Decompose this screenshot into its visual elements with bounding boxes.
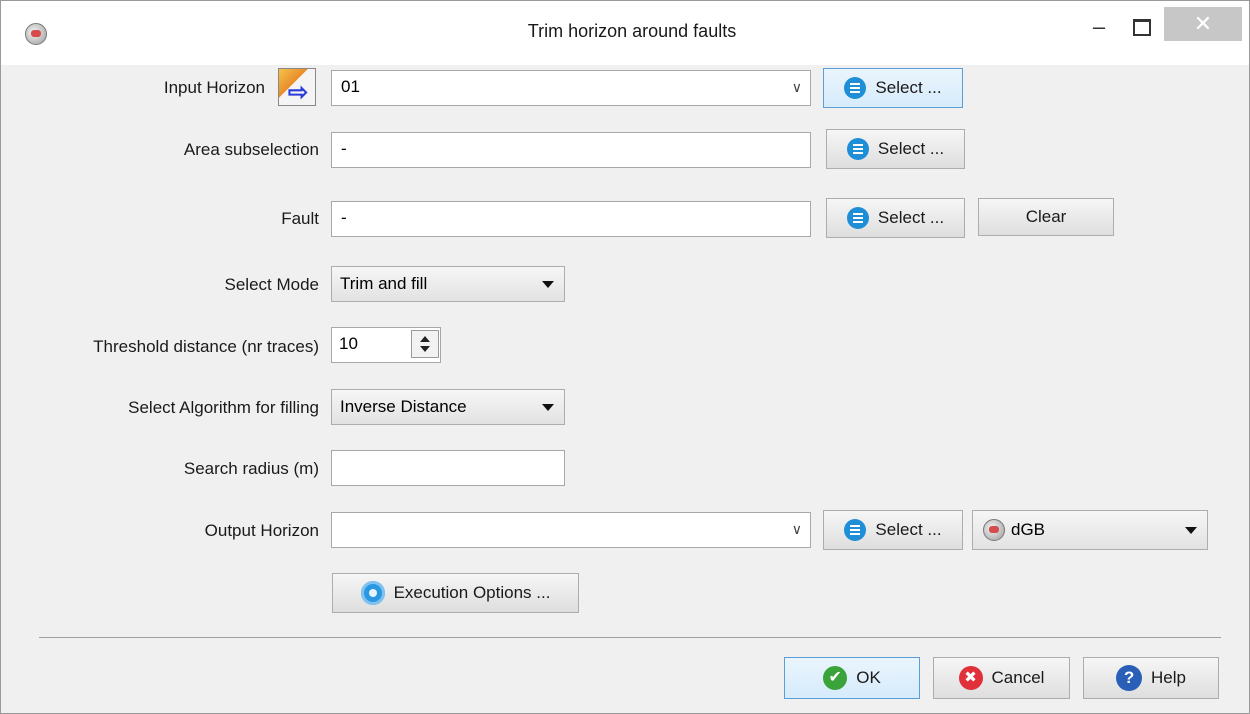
help-label: Help xyxy=(1151,668,1186,687)
select-button-label: Select ... xyxy=(877,208,945,227)
dialog-window: Trim horizon around faults – ✕ Input Hor… xyxy=(0,0,1250,714)
horizon-input-icon[interactable]: ⇨ xyxy=(278,68,316,106)
caret-down-icon xyxy=(1185,527,1197,534)
area-subselection-label: Area subselection xyxy=(183,140,319,159)
caret-down-icon xyxy=(542,404,554,411)
help-icon: ? xyxy=(1116,665,1143,691)
fault-select-button[interactable]: Select ... xyxy=(826,198,965,238)
gear-icon xyxy=(360,581,385,605)
maximize-button[interactable] xyxy=(1121,15,1161,47)
input-horizon-select-button[interactable]: Select ... xyxy=(823,68,963,108)
list-icon xyxy=(846,207,869,229)
minimize-button[interactable]: – xyxy=(1077,15,1121,47)
search-radius-label: Search radius (m) xyxy=(183,459,319,478)
output-horizon-select-button[interactable]: Select ... xyxy=(823,510,963,550)
fault-clear-button[interactable]: Clear xyxy=(978,198,1114,236)
output-format-value: dGB xyxy=(1011,520,1046,539)
title-bar[interactable]: Trim horizon around faults – ✕ xyxy=(1,1,1249,65)
select-button-label: Select ... xyxy=(875,520,942,539)
window-title: Trim horizon around faults xyxy=(527,21,737,41)
spin-buttons[interactable] xyxy=(411,330,439,358)
caret-down-icon xyxy=(542,281,554,288)
input-horizon-combo[interactable]: 01 ∨ xyxy=(331,70,811,106)
output-format-dropdown[interactable]: dGB xyxy=(972,510,1208,550)
dgb-icon xyxy=(983,519,1005,541)
select-button-label: Select ... xyxy=(877,139,945,158)
check-icon: ✔ xyxy=(823,666,848,690)
select-mode-value: Trim and fill xyxy=(340,274,428,293)
output-horizon-label: Output Horizon xyxy=(204,521,319,540)
input-horizon-value: 01 xyxy=(341,77,360,96)
algorithm-value: Inverse Distance xyxy=(340,397,467,416)
area-subselection-field[interactable]: - xyxy=(331,132,811,168)
chevron-down-icon[interactable]: ∨ xyxy=(792,513,802,545)
cancel-icon: ✖ xyxy=(958,666,983,690)
algorithm-label: Select Algorithm for filling xyxy=(128,398,319,417)
list-icon xyxy=(846,138,869,160)
area-subselection-select-button[interactable]: Select ... xyxy=(826,129,965,169)
select-mode-dropdown[interactable]: Trim and fill xyxy=(331,266,565,302)
cancel-label: Cancel xyxy=(991,668,1045,687)
fault-label: Fault xyxy=(281,209,319,228)
fault-field[interactable]: - xyxy=(331,201,811,237)
execution-options-label: Execution Options ... xyxy=(393,583,551,602)
ok-button[interactable]: ✔ OK xyxy=(784,657,920,699)
select-mode-label: Select Mode xyxy=(224,275,320,294)
spin-down-icon[interactable] xyxy=(420,346,430,352)
cancel-button[interactable]: ✖ Cancel xyxy=(933,657,1070,699)
input-horizon-label: Input Horizon xyxy=(163,78,265,97)
execution-options-button[interactable]: Execution Options ... xyxy=(332,573,579,613)
algorithm-dropdown[interactable]: Inverse Distance xyxy=(331,389,565,425)
divider xyxy=(39,637,1221,638)
spin-up-icon[interactable] xyxy=(420,336,430,342)
search-radius-field[interactable] xyxy=(331,450,565,486)
select-button-label: Select ... xyxy=(875,78,942,97)
list-icon xyxy=(844,519,867,541)
list-icon xyxy=(844,77,867,99)
close-button[interactable]: ✕ xyxy=(1164,7,1242,41)
output-horizon-combo[interactable]: ∨ xyxy=(331,512,811,548)
help-button[interactable]: ? Help xyxy=(1083,657,1219,699)
chevron-down-icon[interactable]: ∨ xyxy=(792,71,802,103)
threshold-label: Threshold distance (nr traces) xyxy=(93,337,319,356)
ok-label: OK xyxy=(856,668,881,687)
